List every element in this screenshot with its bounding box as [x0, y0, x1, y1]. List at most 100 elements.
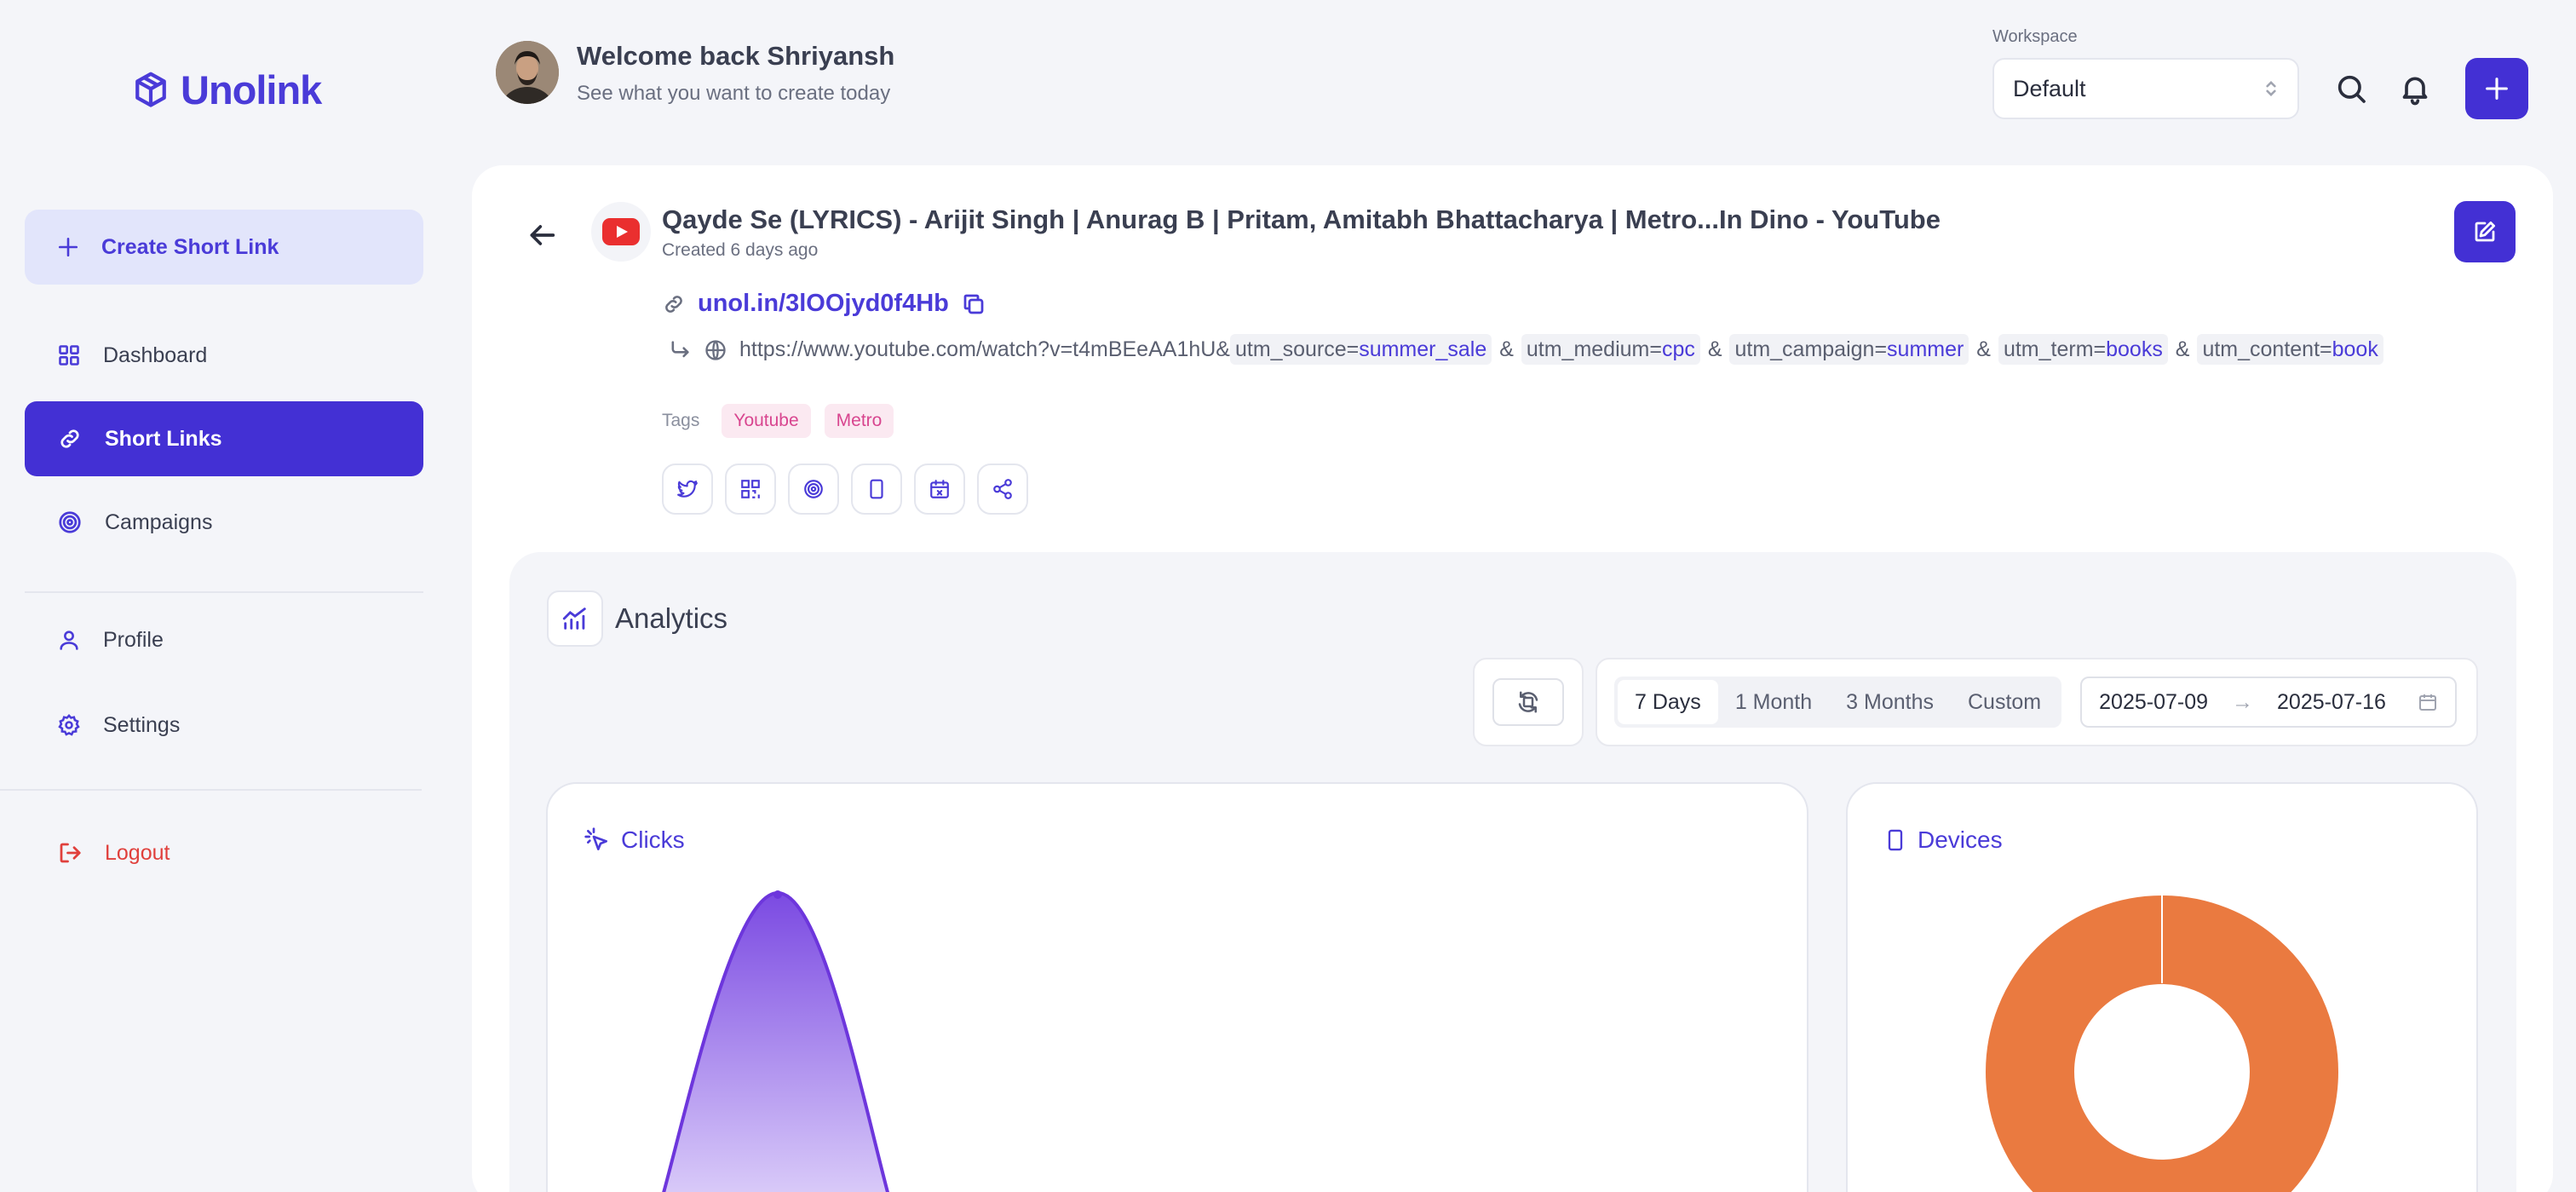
calendar-x-icon — [929, 478, 951, 500]
analytics-title: Analytics — [615, 602, 728, 634]
utm-value: book — [2332, 337, 2378, 361]
short-url-link[interactable]: unol.in/3lOOjyd0f4Hb — [698, 290, 949, 318]
youtube-icon — [602, 218, 640, 245]
create-short-link-button[interactable]: Create Short Link — [25, 210, 423, 285]
grid-icon — [57, 343, 81, 367]
tags-label: Tags — [662, 411, 700, 430]
utm-param: utm_source=summer_sale — [1229, 334, 1492, 365]
utm-param: utm_content=book — [2197, 334, 2383, 365]
calendar-icon — [2418, 692, 2438, 712]
globe-icon — [704, 338, 727, 362]
workspace-value: Default — [2013, 75, 2086, 101]
refresh-button[interactable] — [1492, 678, 1564, 726]
twitter-icon — [676, 478, 699, 500]
sidebar-item-label: Profile — [103, 627, 164, 652]
back-arrow-icon[interactable] — [525, 218, 559, 252]
utm-value: summer — [1887, 337, 1964, 361]
sidebar-item-label: Campaigns — [105, 510, 213, 534]
brand-logo[interactable]: Unolink — [133, 66, 322, 113]
edit-button[interactable] — [2454, 201, 2516, 262]
utm-separator: & — [2175, 337, 2190, 361]
utm-separator: & — [1707, 337, 1722, 361]
tag-badge[interactable]: Youtube — [722, 404, 811, 438]
campaign-button[interactable] — [788, 464, 839, 515]
plus-icon — [2482, 74, 2511, 103]
sidebar-item-logout[interactable]: Logout — [25, 815, 423, 890]
utm-separator: & — [1976, 337, 1991, 361]
utm-value: summer_sale — [1359, 337, 1487, 361]
share-icon — [992, 478, 1014, 500]
clicks-area — [664, 893, 888, 1192]
range-segmented-control: 7 Days 1 Month 3 Months Custom — [1614, 677, 2062, 728]
device-targeting-button[interactable] — [851, 464, 902, 515]
action-toolbar — [662, 464, 1028, 515]
utm-param: utm_medium=cpc — [1521, 334, 1700, 365]
date-to: 2025-07-16 — [2277, 689, 2386, 714]
destination-url-row: https://www.youtube.com/watch?v=t4mBEeAA… — [668, 334, 2383, 365]
sidebar-item-label: Short Links — [105, 426, 222, 451]
redirect-arrow-icon — [668, 338, 692, 362]
welcome-subtitle: See what you want to create today — [577, 82, 891, 105]
clicks-card: Clicks — [546, 782, 1808, 1192]
sidebar-item-profile[interactable]: Profile — [25, 602, 423, 677]
expiry-button[interactable] — [914, 464, 965, 515]
gear-icon — [57, 713, 81, 737]
search-icon[interactable] — [2334, 72, 2368, 106]
workspace-select[interactable]: Default — [1992, 58, 2299, 119]
sidebar-item-label: Settings — [103, 712, 181, 737]
date-range-picker[interactable]: 2025-07-09 → 2025-07-16 — [2080, 677, 2458, 728]
sidebar-item-short-links[interactable]: Short Links — [25, 401, 423, 476]
sidebar-item-campaigns[interactable]: Campaigns — [25, 485, 423, 560]
range-1-month[interactable]: 1 Month — [1718, 680, 1829, 724]
tags-row: Tags Youtube Metro — [662, 404, 894, 438]
destination-url-base: https://www.youtube.com/watch?v=t4mBEeAA… — [739, 337, 1230, 361]
cube-logo-icon — [133, 71, 169, 110]
target-icon — [802, 478, 825, 500]
date-range-controls: 7 Days 1 Month 3 Months Custom 2025-07-0… — [1596, 658, 2478, 746]
tag-badge[interactable]: Metro — [824, 404, 894, 438]
utm-key: utm_content= — [2202, 337, 2332, 361]
link-title: Qayde Se (LYRICS) - Arijit Singh | Anura… — [662, 204, 1941, 234]
sidebar-item-dashboard[interactable]: Dashboard — [25, 318, 423, 393]
devices-card: Devices — [1846, 782, 2478, 1192]
bell-icon[interactable] — [2398, 72, 2432, 106]
created-date: Created 6 days ago — [662, 240, 819, 260]
range-3-months[interactable]: 3 Months — [1829, 680, 1951, 724]
phone-icon — [865, 478, 888, 500]
sidebar: Unolink Create Short Link Dashboard Shor… — [0, 0, 446, 1192]
short-url-row: unol.in/3lOOjyd0f4Hb — [662, 290, 986, 318]
analytics-icon-box — [547, 590, 603, 647]
avatar[interactable] — [496, 41, 559, 104]
utm-key: utm_campaign= — [1734, 337, 1888, 361]
share-button[interactable] — [977, 464, 1028, 515]
add-button[interactable] — [2465, 58, 2528, 119]
sidebar-divider — [0, 789, 422, 791]
clicks-peak-point — [773, 890, 782, 899]
clicks-area-chart — [662, 890, 889, 1192]
qr-code-button[interactable] — [725, 464, 776, 515]
devices-donut-chart — [1986, 895, 2338, 1192]
utm-value: cpc — [1661, 337, 1695, 361]
workspace-label: Workspace — [1992, 27, 2078, 46]
favicon — [591, 202, 651, 262]
twitter-share-button[interactable] — [662, 464, 713, 515]
range-custom[interactable]: Custom — [1951, 680, 2058, 724]
plus-icon — [57, 236, 79, 258]
chevron-up-down-icon — [2263, 78, 2279, 100]
date-arrow: → — [2232, 689, 2254, 714]
utm-separator: & — [1499, 337, 1514, 361]
date-from: 2025-07-09 — [2099, 689, 2209, 714]
user-icon — [57, 628, 81, 652]
sidebar-item-settings[interactable]: Settings — [25, 688, 423, 763]
destination-url[interactable]: https://www.youtube.com/watch?v=t4mBEeAA… — [739, 334, 2383, 365]
link-icon — [662, 292, 686, 316]
refresh-container — [1473, 658, 1584, 746]
range-7-days[interactable]: 7 Days — [1618, 680, 1718, 724]
copy-icon[interactable] — [961, 291, 986, 317]
qr-code-icon — [739, 478, 762, 500]
sidebar-item-label: Dashboard — [103, 343, 208, 367]
edit-icon — [2472, 219, 2498, 245]
utm-key: utm_medium= — [1526, 337, 1662, 361]
brand-name: Unolink — [181, 67, 322, 112]
welcome-heading: Welcome back Shriyansh — [577, 41, 895, 71]
